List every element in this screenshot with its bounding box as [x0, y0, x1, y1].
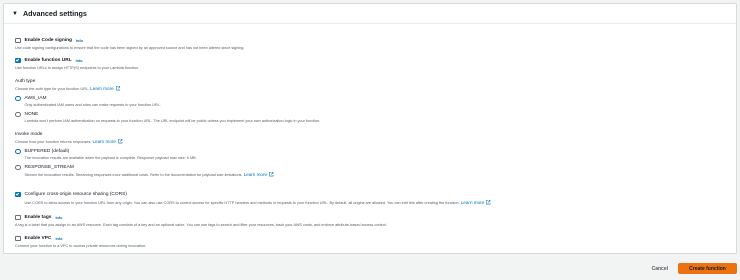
- code-signing-info-link[interactable]: Info: [76, 39, 83, 43]
- auth-type-learn-more-link[interactable]: Learn more: [90, 86, 114, 91]
- panel-title: Advanced settings: [22, 9, 87, 18]
- form-actions: Cancel Create function: [642, 263, 737, 274]
- vpc-checkbox[interactable]: [15, 235, 21, 242]
- invoke-mode-heading: Invoke mode: [15, 132, 43, 137]
- invoke-mode-learn-more-link[interactable]: Learn more: [92, 139, 116, 144]
- external-link-icon: [269, 172, 274, 177]
- function-url-label[interactable]: Enable function URL: [25, 58, 72, 63]
- cors-label[interactable]: Configure cross-origin resource sharing …: [25, 192, 127, 197]
- cancel-button[interactable]: Cancel: [642, 263, 678, 274]
- invoke-mode-response-stream-label[interactable]: RESPONSE_STREAM: [25, 165, 74, 170]
- tags-section: Enable tags Info A tag is a label that y…: [15, 213, 387, 228]
- invoke-mode-response-stream-description: Stream the invocation results. Streaming…: [15, 172, 274, 178]
- advanced-settings-panel: ▼ Advanced settings Enable Code signing …: [3, 3, 737, 254]
- invoke-mode-section: Invoke mode Choose how your function ret…: [15, 132, 274, 178]
- cors-checkbox[interactable]: [15, 191, 21, 198]
- caret-down-icon[interactable]: ▼: [12, 11, 18, 17]
- code-signing-description: Use code signing configurations to ensur…: [15, 46, 245, 50]
- invoke-mode-buffered-radio[interactable]: [15, 148, 21, 155]
- vpc-label[interactable]: Enable VPC: [25, 236, 52, 241]
- auth-type-none-label[interactable]: NONE: [25, 112, 39, 117]
- auth-type-aws-iam-radio[interactable]: [15, 95, 21, 102]
- function-url-description: Use function URLs to assign HTTP(S) endp…: [15, 66, 140, 70]
- auth-type-section: Auth type Choose the auth type for your …: [15, 79, 320, 124]
- tags-info-link[interactable]: Info: [55, 216, 62, 220]
- advanced-settings-header[interactable]: ▼ Advanced settings: [4, 4, 736, 24]
- invoke-mode-description: Choose how your function returns respons…: [15, 139, 274, 145]
- invoke-mode-buffered-label[interactable]: BUFFERED (default): [25, 149, 70, 154]
- response-stream-desc-text: Stream the invocation results. Streaming…: [24, 173, 243, 177]
- code-signing-section: Enable Code signing Info Use code signin…: [15, 36, 244, 51]
- response-stream-learn-more-link[interactable]: Learn more: [244, 172, 268, 177]
- function-url-section: Enable function URL Info Use function UR…: [15, 56, 139, 71]
- tags-label[interactable]: Enable tags: [25, 215, 52, 220]
- code-signing-checkbox[interactable]: [15, 37, 21, 44]
- code-signing-label[interactable]: Enable Code signing: [25, 38, 72, 43]
- external-link-icon: [115, 86, 121, 91]
- auth-type-aws-iam-label[interactable]: AWS_IAM: [25, 96, 47, 101]
- external-link-icon: [486, 200, 491, 205]
- auth-type-aws-iam-description: Only authenticated IAM users and roles c…: [24, 103, 161, 107]
- tags-checkbox[interactable]: [15, 214, 21, 221]
- cors-description: Use CORS to allow access to your functio…: [15, 200, 491, 206]
- vpc-description: Connect your function to a VPC to access…: [15, 244, 147, 248]
- function-url-info-link[interactable]: Info: [76, 59, 83, 63]
- tags-description: A tag is a label that you assign to an A…: [15, 223, 387, 227]
- vpc-section: Enable VPC Info Connect your function to…: [15, 234, 146, 249]
- auth-type-description: Choose the auth type for your function U…: [15, 86, 320, 92]
- create-function-button[interactable]: Create function: [678, 263, 737, 274]
- external-link-icon: [118, 139, 123, 144]
- invoke-mode-desc-text: Choose how your function returns respons…: [15, 140, 92, 144]
- cors-learn-more-link[interactable]: Learn more: [461, 200, 485, 205]
- function-url-checkbox[interactable]: [15, 57, 21, 64]
- cors-section: Configure cross-origin resource sharing …: [15, 190, 491, 206]
- auth-type-none-description: Lambda won't perform IAM authentication …: [24, 119, 321, 123]
- auth-type-desc-text: Choose the auth type for your function U…: [15, 87, 90, 91]
- cors-desc-text: Use CORS to allow access to your functio…: [24, 201, 460, 205]
- auth-type-none-radio[interactable]: [15, 111, 21, 118]
- auth-type-heading: Auth type: [15, 79, 36, 84]
- vpc-info-link[interactable]: Info: [55, 237, 62, 241]
- invoke-mode-response-stream-radio[interactable]: [15, 164, 21, 171]
- invoke-mode-buffered-description: The invocation results are available whe…: [24, 156, 196, 160]
